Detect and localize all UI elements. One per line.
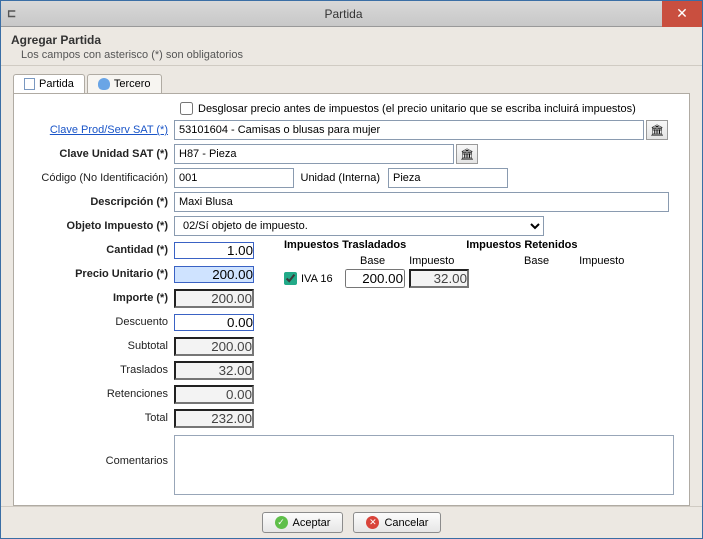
tab-tercero-label: Tercero [114, 78, 151, 90]
close-button[interactable]: ✕ [662, 1, 702, 27]
clave-unidad-input[interactable] [174, 144, 454, 164]
tax-row: IVA 16 [284, 269, 504, 288]
clave-unidad-lookup-button[interactable]: 🏛 [456, 144, 478, 164]
importe-value [174, 289, 254, 308]
tab-partida-label: Partida [39, 78, 74, 90]
total-value [174, 409, 254, 428]
precio-unitario-label: Precio Unitario (*) [24, 268, 174, 280]
descuento-label: Descuento [24, 316, 174, 328]
iva16-impuesto-value [409, 269, 469, 288]
clave-prodserv-label[interactable]: Clave Prod/Serv SAT (*) [24, 124, 174, 136]
lookup-icon: 🏛 [460, 148, 474, 161]
iva16-base-input[interactable] [345, 269, 405, 288]
tab-partida[interactable]: Partida [13, 74, 85, 94]
comentarios-label: Comentarios [24, 435, 174, 467]
retenidos-base-header: Base [524, 255, 549, 267]
importe-label: Importe (*) [24, 292, 174, 304]
codigo-label: Código (No Identificación) [24, 172, 174, 184]
clave-prodserv-input[interactable] [174, 120, 644, 140]
cantidad-label: Cantidad (*) [24, 244, 174, 256]
cancelar-button[interactable]: ✕ Cancelar [353, 512, 441, 533]
total-label: Total [24, 412, 174, 424]
body: Partida Tercero Desglosar precio antes d… [1, 66, 702, 506]
desglosar-checkbox[interactable] [180, 102, 193, 115]
page-subtitle: Los campos con asterisco (*) son obligat… [21, 49, 692, 61]
cancelar-label: Cancelar [384, 517, 428, 529]
clave-unidad-label: Clave Unidad SAT (*) [24, 148, 174, 160]
desglosar-label: Desglosar precio antes de impuestos (el … [198, 103, 636, 115]
codigo-input[interactable] [174, 168, 294, 188]
check-icon: ✓ [275, 516, 288, 529]
header: Agregar Partida Los campos con asterisco… [1, 27, 702, 66]
impuestos-retenidos-header: Impuestos Retenidos [466, 239, 577, 251]
amounts-column: Cantidad (*) Precio Unitario (*) Importe… [24, 239, 264, 431]
document-icon [24, 78, 35, 90]
descuento-input[interactable] [174, 314, 254, 331]
aceptar-label: Aceptar [293, 517, 331, 529]
impuestos-trasladados-header: Impuestos Trasladados [284, 239, 406, 251]
retenidos-impuesto-header: Impuesto [579, 255, 624, 267]
person-icon [98, 78, 110, 90]
titlebar: ⊏ Partida ✕ [1, 1, 702, 27]
descripcion-label: Descripción (*) [24, 196, 174, 208]
traslados-base-header: Base [360, 255, 385, 267]
lookup-icon: 🏛 [650, 124, 664, 137]
tab-tercero[interactable]: Tercero [87, 74, 162, 94]
taxes-column: Impuestos Trasladados Impuestos Retenido… [264, 239, 679, 431]
descripcion-input[interactable] [174, 192, 669, 212]
app-icon: ⊏ [7, 7, 25, 20]
clave-prodserv-lookup-button[interactable]: 🏛 [646, 120, 668, 140]
desglosar-row: Desglosar precio antes de impuestos (el … [180, 102, 679, 115]
retenciones-label: Retenciones [24, 388, 174, 400]
panel: Desglosar precio antes de impuestos (el … [13, 93, 690, 506]
objeto-impuesto-select[interactable]: 02/Sí objeto de impuesto. [174, 216, 544, 236]
iva16-label: IVA 16 [301, 273, 341, 285]
cancel-icon: ✕ [366, 516, 379, 529]
page-title: Agregar Partida [11, 33, 692, 47]
footer: ✓ Aceptar ✕ Cancelar [1, 506, 702, 538]
objeto-impuesto-label: Objeto Impuesto (*) [24, 220, 174, 232]
comentarios-textarea[interactable] [174, 435, 674, 495]
cantidad-input[interactable] [174, 242, 254, 259]
unidad-interna-input[interactable] [388, 168, 508, 188]
subtotal-label: Subtotal [24, 340, 174, 352]
close-icon: ✕ [676, 5, 688, 22]
precio-unitario-input[interactable] [174, 266, 254, 283]
iva16-checkbox[interactable] [284, 272, 297, 285]
traslados-impuesto-header: Impuesto [409, 255, 454, 267]
window-title: Partida [25, 7, 662, 21]
traslados-value [174, 361, 254, 380]
retenciones-value [174, 385, 254, 404]
tab-strip: Partida Tercero [13, 74, 690, 94]
unidad-interna-label: Unidad (Interna) [296, 172, 386, 184]
aceptar-button[interactable]: ✓ Aceptar [262, 512, 344, 533]
window: ⊏ Partida ✕ Agregar Partida Los campos c… [0, 0, 703, 539]
traslados-label: Traslados [24, 364, 174, 376]
subtotal-value [174, 337, 254, 356]
